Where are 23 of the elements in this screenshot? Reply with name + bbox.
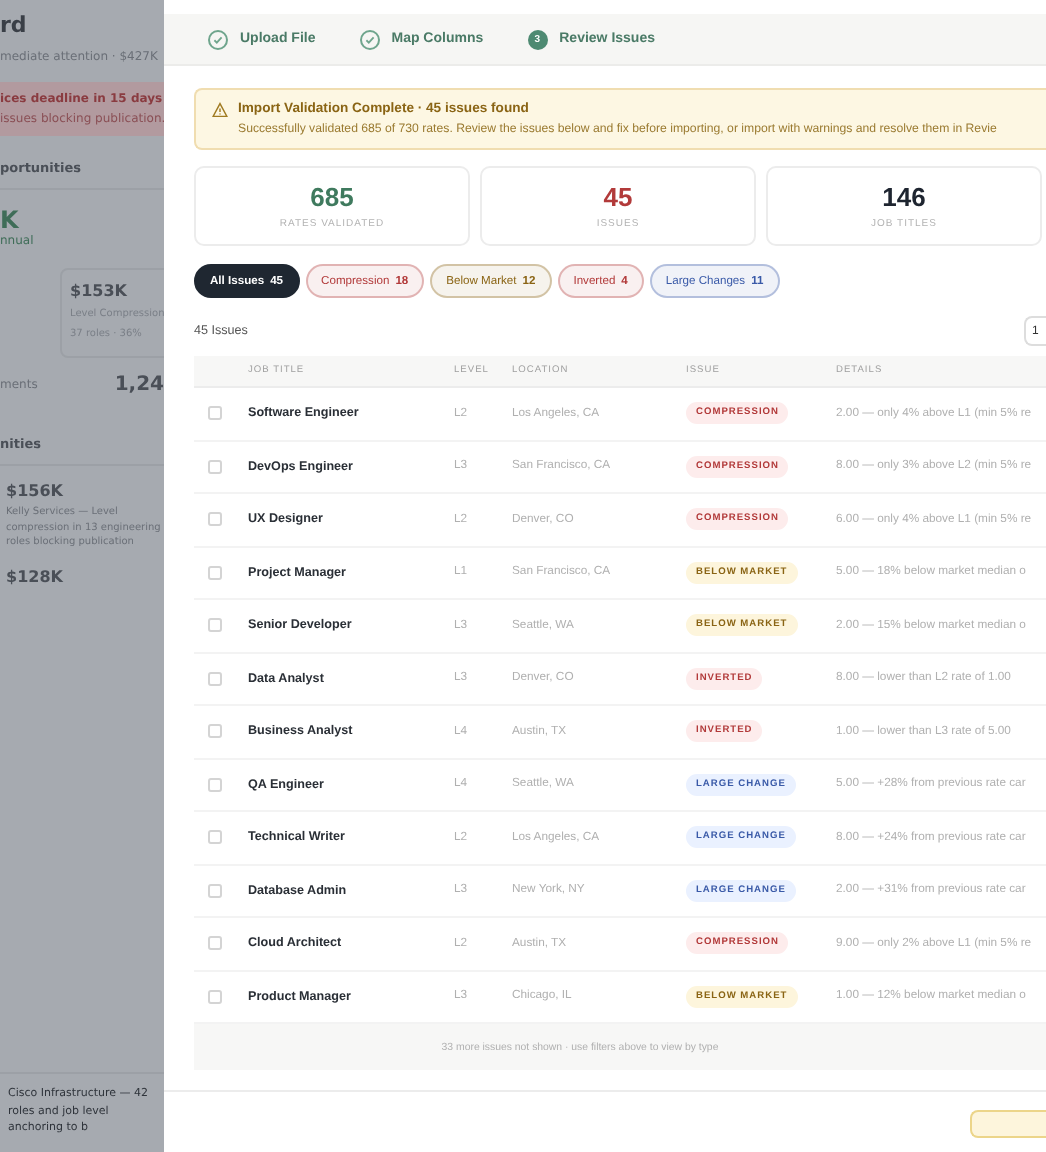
row-checkbox[interactable] (208, 565, 222, 580)
stat-value: 1,24 (114, 374, 164, 396)
card-value: $153K (70, 282, 129, 300)
row-checkbox[interactable] (208, 830, 222, 845)
import-button[interactable] (970, 1110, 1046, 1138)
row-checkbox[interactable] (208, 459, 222, 474)
stat-value: 45 (603, 182, 633, 212)
warning-icon (212, 102, 228, 118)
opportunity-value: $156K (6, 482, 65, 500)
row-checkbox[interactable] (208, 406, 222, 421)
row-checkbox[interactable] (208, 883, 222, 898)
row-checkbox[interactable] (208, 618, 222, 633)
total-value: K (0, 206, 21, 234)
opportunity-value: $128K (6, 567, 65, 585)
stat-value: 685 (310, 182, 354, 212)
row-checkbox[interactable] (208, 989, 222, 1004)
row-checkbox[interactable] (208, 936, 222, 951)
row-checkbox[interactable] (208, 671, 222, 686)
stat-value: 146 (882, 182, 926, 212)
row-checkbox[interactable] (208, 724, 222, 739)
page-title: rd (0, 12, 29, 38)
row-checkbox[interactable] (208, 512, 222, 527)
row-checkbox[interactable] (208, 777, 222, 792)
